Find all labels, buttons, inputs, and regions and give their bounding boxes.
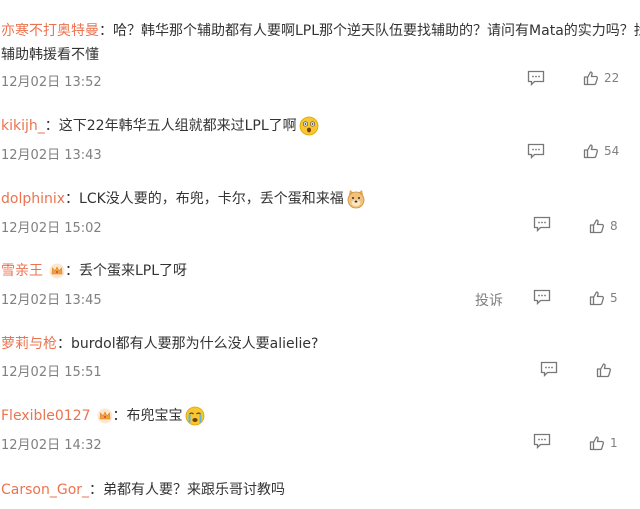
comment-time: 12月02日 15:02 [1, 221, 102, 236]
comment-text-continued: 辅助韩援看不懂 [1, 47, 99, 63]
like-count: 54 [604, 144, 620, 158]
comment-time: 12月02日 13:45 [1, 293, 102, 308]
surprised-emoji [299, 116, 319, 136]
reply-button[interactable] [533, 289, 551, 305]
reply-button[interactable] [527, 143, 545, 159]
comment-line: 雪亲王 ：丢个蛋来LPL了呀 [1, 260, 187, 282]
comment-time: 12月02日 15:51 [1, 365, 102, 380]
crying-emoji [185, 406, 204, 426]
comment-text: 这下22年韩华五人组就都来过LPL了啊 [58, 118, 297, 134]
crown-icon [49, 263, 65, 279]
thumbs-up-icon [589, 291, 605, 306]
comment-icon [533, 216, 551, 232]
reply-button[interactable] [533, 433, 551, 449]
like-button[interactable] [596, 362, 617, 378]
comment-line: kikijh_：这下22年韩华五人组就都来过LPL了啊 [1, 115, 319, 137]
comment-text: LCK没人要的，布兜，卡尔，丢个蛋和来福 [79, 191, 344, 207]
reply-button[interactable] [527, 70, 545, 86]
comment-time: 12月02日 13:43 [1, 148, 102, 163]
comment-username[interactable]: Flexible0127 [1, 408, 91, 424]
like-button[interactable]: 54 [583, 143, 619, 159]
comment-line: Carson_Gor_：弟都有人要？来跟乐哥讨教吗 [1, 479, 285, 501]
crown-icon [97, 408, 113, 424]
like-button[interactable]: 22 [583, 70, 619, 86]
comment-separator: ： [99, 23, 113, 39]
like-count: 8 [610, 219, 618, 233]
thumbs-up-icon [596, 363, 612, 378]
comment-time: 12月02日 13:52 [1, 75, 102, 90]
like-count: 22 [604, 71, 620, 85]
comment-separator: ： [65, 263, 79, 279]
comment-line: dolphinix：LCK没人要的，布兜，卡尔，丢个蛋和来福 [1, 188, 366, 210]
comment-text: 哈？韩华那个辅助都有人要啊LPL那个逆天队伍要找辅助的？请问有Mata的实力吗？… [113, 23, 640, 39]
comment-username[interactable]: kikijh_ [1, 118, 45, 134]
like-button[interactable]: 8 [589, 218, 618, 234]
comment-icon [527, 143, 545, 159]
like-button[interactable]: 5 [589, 290, 618, 306]
doge-emoji [347, 190, 365, 209]
comment-username[interactable]: dolphinix [1, 191, 65, 207]
comment-icon [533, 433, 551, 449]
comment-separator: ： [89, 482, 104, 498]
thumbs-up-icon [583, 144, 599, 159]
thumbs-up-icon [589, 436, 605, 451]
comment-text: 布兜宝宝 [126, 408, 183, 424]
comment-text: 弟都有人要？来跟乐哥讨教吗 [103, 482, 286, 498]
comment-text: 丢个蛋来LPL了呀 [79, 263, 188, 279]
comment-icon [533, 289, 551, 305]
thumbs-up-icon [583, 71, 599, 86]
report-button[interactable]: 投诉 [475, 290, 503, 310]
comment-time: 12月02日 14:32 [1, 438, 102, 453]
comment-username[interactable]: 亦寒不打奥特曼 [1, 23, 99, 39]
like-count: 1 [610, 436, 618, 450]
comment-line: 萝莉与枪：burdol都有人要那为什么没人要alielie? [1, 333, 318, 355]
comment-separator: ： [57, 336, 71, 352]
comment-separator: ： [112, 408, 127, 424]
reply-button[interactable] [533, 216, 551, 232]
comment-username[interactable]: Carson_Gor_ [1, 482, 89, 498]
comment-separator: ： [65, 191, 80, 207]
comment-username[interactable]: 雪亲王 [1, 263, 43, 279]
thumbs-up-icon [589, 219, 605, 234]
comment-username[interactable]: 萝莉与枪 [1, 336, 57, 352]
comment-line: 亦寒不打奥特曼：哈？韩华那个辅助都有人要啊LPL那个逆天队伍要找辅助的？请问有M… [1, 20, 640, 42]
comment-line-2: 辅助韩援看不懂 [1, 44, 99, 66]
comment-separator: ： [44, 118, 59, 134]
like-button[interactable]: 1 [589, 435, 618, 451]
comment-icon [527, 70, 545, 86]
like-count: 5 [610, 291, 618, 305]
comment-line: Flexible0127 ：布兜宝宝 [1, 405, 205, 427]
comment-icon [540, 361, 558, 377]
reply-button[interactable] [540, 361, 558, 377]
comment-text: burdol都有人要那为什么没人要alielie? [71, 336, 319, 352]
